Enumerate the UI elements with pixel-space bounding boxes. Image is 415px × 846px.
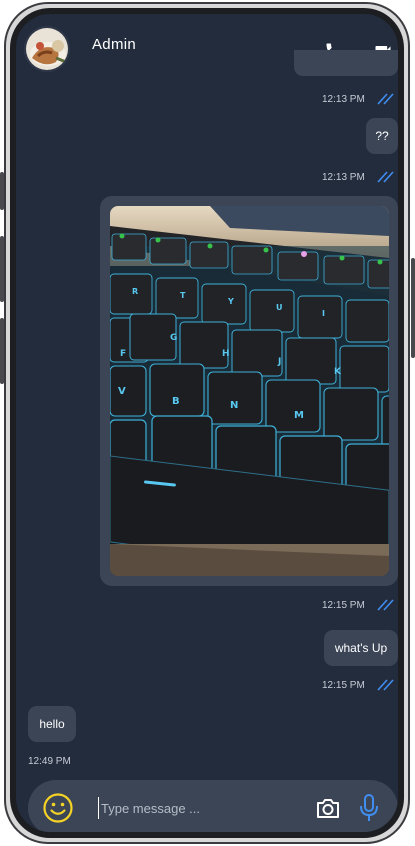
svg-text:U: U	[276, 303, 283, 312]
message-time: 12:13 PM	[322, 94, 365, 105]
svg-text:Y: Y	[227, 297, 234, 306]
svg-text:N: N	[230, 400, 238, 411]
read-receipt-icon	[377, 93, 394, 105]
message-time: 12:15 PM	[322, 600, 365, 611]
svg-text:T: T	[180, 291, 186, 300]
message-time: 12:15 PM	[322, 680, 365, 691]
read-receipt-icon	[377, 171, 394, 183]
message-input[interactable]	[98, 797, 308, 819]
microphone-icon[interactable]	[358, 793, 380, 828]
message-bubble: what's Up	[324, 630, 398, 666]
keyboard-photo[interactable]: R T Y U I F G H J K V B N M	[110, 206, 389, 576]
svg-text:F: F	[120, 349, 126, 359]
avatar[interactable]	[24, 26, 70, 72]
read-receipt-icon	[377, 599, 394, 611]
phone-bezel: Admin 12:13 PM ?? 12:13 PM R T Y U I F G…	[10, 8, 404, 838]
emoji-icon[interactable]	[42, 792, 74, 829]
svg-text:J: J	[277, 357, 281, 367]
phone-frame: Admin 12:13 PM ?? 12:13 PM R T Y U I F G…	[4, 2, 410, 844]
svg-text:M: M	[294, 410, 304, 421]
chat-title: Admin	[92, 36, 137, 53]
message-composer	[28, 780, 398, 832]
message-bubble-incoming: hello	[28, 706, 76, 742]
svg-text:H: H	[222, 349, 230, 359]
svg-text:R: R	[132, 287, 138, 296]
message-time: 12:13 PM	[322, 172, 365, 183]
image-message[interactable]: R T Y U I F G H J K V B N M	[100, 196, 398, 586]
message-time: 12:49 PM	[28, 756, 71, 767]
read-receipt-icon	[377, 679, 394, 691]
svg-text:V: V	[118, 386, 126, 397]
camera-icon[interactable]	[314, 794, 342, 827]
svg-text:I: I	[322, 309, 325, 318]
svg-text:G: G	[170, 333, 177, 343]
svg-text:K: K	[334, 367, 342, 377]
message-bubble-partial	[294, 50, 398, 76]
message-bubble: ??	[366, 118, 398, 154]
side-button-power	[411, 258, 415, 358]
svg-text:B: B	[172, 396, 180, 407]
chat-screen: Admin 12:13 PM ?? 12:13 PM R T Y U I F G…	[16, 14, 398, 832]
